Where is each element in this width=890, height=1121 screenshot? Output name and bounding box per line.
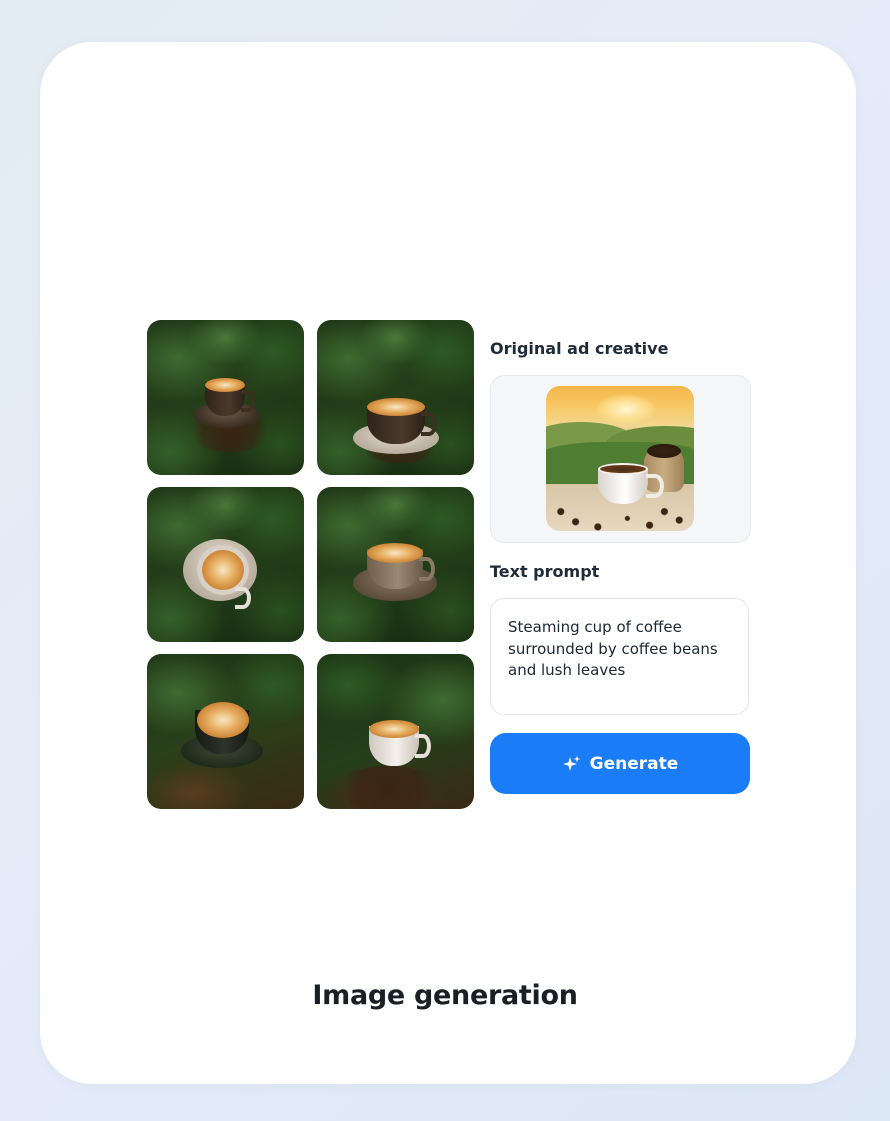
generated-image-3[interactable] — [147, 487, 304, 642]
generate-button[interactable]: Generate — [490, 733, 750, 794]
feature-caption: Image generation — [312, 980, 578, 1011]
generated-image-4[interactable] — [317, 487, 474, 642]
sparkle-icon — [562, 754, 582, 774]
generated-image-1[interactable] — [147, 320, 304, 475]
generated-image-5[interactable] — [147, 654, 304, 809]
original-creative-label: Original ad creative — [490, 339, 669, 358]
text-prompt-label: Text prompt — [490, 562, 600, 581]
generated-image-2[interactable] — [317, 320, 474, 475]
text-prompt-value: Steaming cup of coffee surrounded by cof… — [508, 618, 718, 679]
original-creative-image[interactable] — [546, 386, 694, 531]
generated-image-grid — [147, 320, 475, 810]
generate-button-label: Generate — [589, 753, 679, 774]
generated-image-6[interactable] — [317, 654, 474, 809]
